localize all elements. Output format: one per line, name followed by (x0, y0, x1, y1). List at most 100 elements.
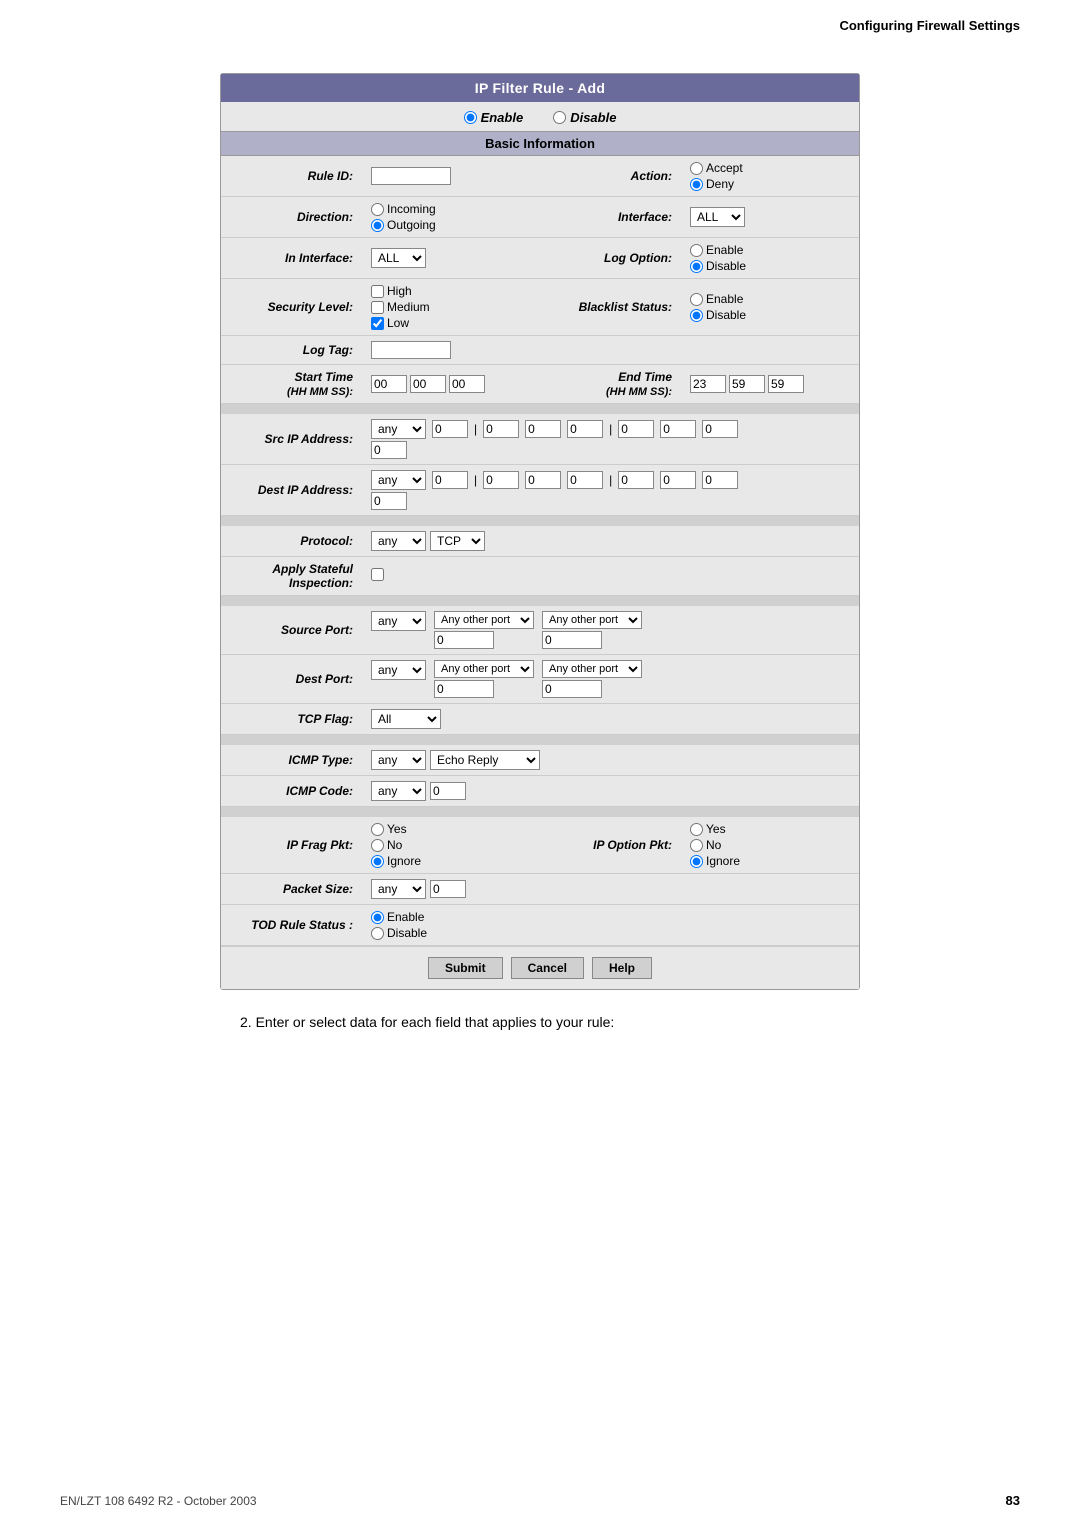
ip-option-no-radio[interactable] (690, 839, 703, 852)
dest-ip-oct1[interactable] (483, 471, 519, 489)
src-ip-oct1[interactable] (483, 420, 519, 438)
src-ip-select[interactable]: any (371, 419, 426, 439)
src-ip-extra-input[interactable] (371, 441, 407, 459)
icmp-type-label: ICMP Type: (221, 745, 361, 776)
src-ip-mask[interactable] (432, 420, 468, 438)
end-time-hh[interactable] (690, 375, 726, 393)
start-time-hh[interactable] (371, 375, 407, 393)
icmp-type-select-1[interactable]: any (371, 750, 426, 770)
ip-frag-ignore-label[interactable]: Ignore (371, 854, 532, 868)
tcp-flag-select[interactable]: All (371, 709, 441, 729)
security-high-label[interactable]: High (371, 284, 532, 298)
action-accept-radio[interactable] (690, 162, 703, 175)
ip-option-ignore-radio[interactable] (690, 855, 703, 868)
src-ip-oct6[interactable] (702, 420, 738, 438)
disable-radio[interactable] (553, 111, 566, 124)
ip-frag-yes-label[interactable]: Yes (371, 822, 532, 836)
security-high-checkbox[interactable] (371, 285, 384, 298)
protocol-select-2[interactable]: TCP (430, 531, 485, 551)
dest-port-input-2[interactable] (542, 680, 602, 698)
ip-option-ignore-label[interactable]: Ignore (690, 854, 851, 868)
help-button[interactable]: Help (592, 957, 652, 979)
log-enable-label[interactable]: Enable (690, 243, 851, 257)
action-deny-label[interactable]: Deny (690, 177, 851, 191)
end-time-mm[interactable] (729, 375, 765, 393)
source-port-type-1[interactable]: Any other port (434, 611, 534, 629)
interface-select[interactable]: ALL (690, 207, 745, 227)
tcp-flag-label: TCP Flag: (221, 704, 361, 735)
action-deny-radio[interactable] (690, 178, 703, 191)
log-tag-input[interactable] (371, 341, 451, 359)
dest-ip-oct3[interactable] (567, 471, 603, 489)
gray-sep-1 (221, 404, 859, 415)
direction-outgoing-radio[interactable] (371, 219, 384, 232)
icmp-code-select[interactable]: any (371, 781, 426, 801)
submit-button[interactable]: Submit (428, 957, 503, 979)
ip-option-no-label[interactable]: No (690, 838, 851, 852)
dest-port-type-2[interactable]: Any other port (542, 660, 642, 678)
src-ip-oct3[interactable] (567, 420, 603, 438)
start-time-ss[interactable] (449, 375, 485, 393)
tod-disable-label[interactable]: Disable (371, 926, 851, 940)
dest-port-type-1[interactable]: Any other port (434, 660, 534, 678)
dest-port-input-1[interactable] (434, 680, 494, 698)
dest-ip-extra-input[interactable] (371, 492, 407, 510)
ip-option-yes-label[interactable]: Yes (690, 822, 851, 836)
log-enable-radio[interactable] (690, 244, 703, 257)
source-port-type-2[interactable]: Any other port (542, 611, 642, 629)
ip-frag-no-radio[interactable] (371, 839, 384, 852)
dest-ip-oct6[interactable] (702, 471, 738, 489)
tod-radio-group: Enable Disable (371, 910, 851, 940)
ip-option-yes-radio[interactable] (690, 823, 703, 836)
security-medium-checkbox[interactable] (371, 301, 384, 314)
source-port-input-1[interactable] (434, 631, 494, 649)
blacklist-disable-radio[interactable] (690, 309, 703, 322)
direction-incoming-text: Incoming (387, 202, 436, 216)
src-ip-oct4[interactable] (618, 420, 654, 438)
security-medium-label[interactable]: Medium (371, 300, 532, 314)
tod-enable-label[interactable]: Enable (371, 910, 851, 924)
dest-ip-mask[interactable] (432, 471, 468, 489)
source-port-input-2[interactable] (542, 631, 602, 649)
dest-port-select[interactable]: any (371, 660, 426, 680)
tod-enable-radio[interactable] (371, 911, 384, 924)
end-time-ss[interactable] (768, 375, 804, 393)
protocol-select-1[interactable]: any (371, 531, 426, 551)
tod-disable-radio[interactable] (371, 927, 384, 940)
disable-radio-label[interactable]: Disable (553, 110, 616, 125)
direction-incoming-radio[interactable] (371, 203, 384, 216)
direction-incoming-label[interactable]: Incoming (371, 202, 532, 216)
direction-interface-row: Direction: Incoming Outgoing Interface: (221, 197, 859, 238)
enable-radio[interactable] (464, 111, 477, 124)
packet-size-input[interactable] (430, 880, 466, 898)
dest-ip-oct2[interactable] (525, 471, 561, 489)
enable-radio-label[interactable]: Enable (464, 110, 524, 125)
start-time-mm[interactable] (410, 375, 446, 393)
ip-frag-ignore-radio[interactable] (371, 855, 384, 868)
src-ip-oct2[interactable] (525, 420, 561, 438)
icmp-type-select-2[interactable]: Echo Reply (430, 750, 540, 770)
packet-size-select[interactable]: any (371, 879, 426, 899)
log-disable-label[interactable]: Disable (690, 259, 851, 273)
blacklist-enable-radio[interactable] (690, 293, 703, 306)
dest-ip-oct4[interactable] (618, 471, 654, 489)
security-low-checkbox[interactable] (371, 317, 384, 330)
src-ip-oct5[interactable] (660, 420, 696, 438)
dest-ip-oct5[interactable] (660, 471, 696, 489)
source-port-select[interactable]: any (371, 611, 426, 631)
ip-frag-yes-radio[interactable] (371, 823, 384, 836)
in-interface-select[interactable]: ALL (371, 248, 426, 268)
direction-outgoing-label[interactable]: Outgoing (371, 218, 532, 232)
action-accept-label[interactable]: Accept (690, 161, 851, 175)
dest-ip-select[interactable]: any (371, 470, 426, 490)
log-disable-radio[interactable] (690, 260, 703, 273)
ip-frag-no-label[interactable]: No (371, 838, 532, 852)
cancel-button[interactable]: Cancel (511, 957, 584, 979)
security-low-label[interactable]: Low (371, 316, 532, 330)
icmp-code-input[interactable] (430, 782, 466, 800)
stateful-checkbox[interactable] (371, 568, 384, 581)
blacklist-enable-label[interactable]: Enable (690, 292, 851, 306)
blacklist-disable-label[interactable]: Disable (690, 308, 851, 322)
log-disable-text: Disable (706, 259, 746, 273)
rule-id-input[interactable] (371, 167, 451, 185)
